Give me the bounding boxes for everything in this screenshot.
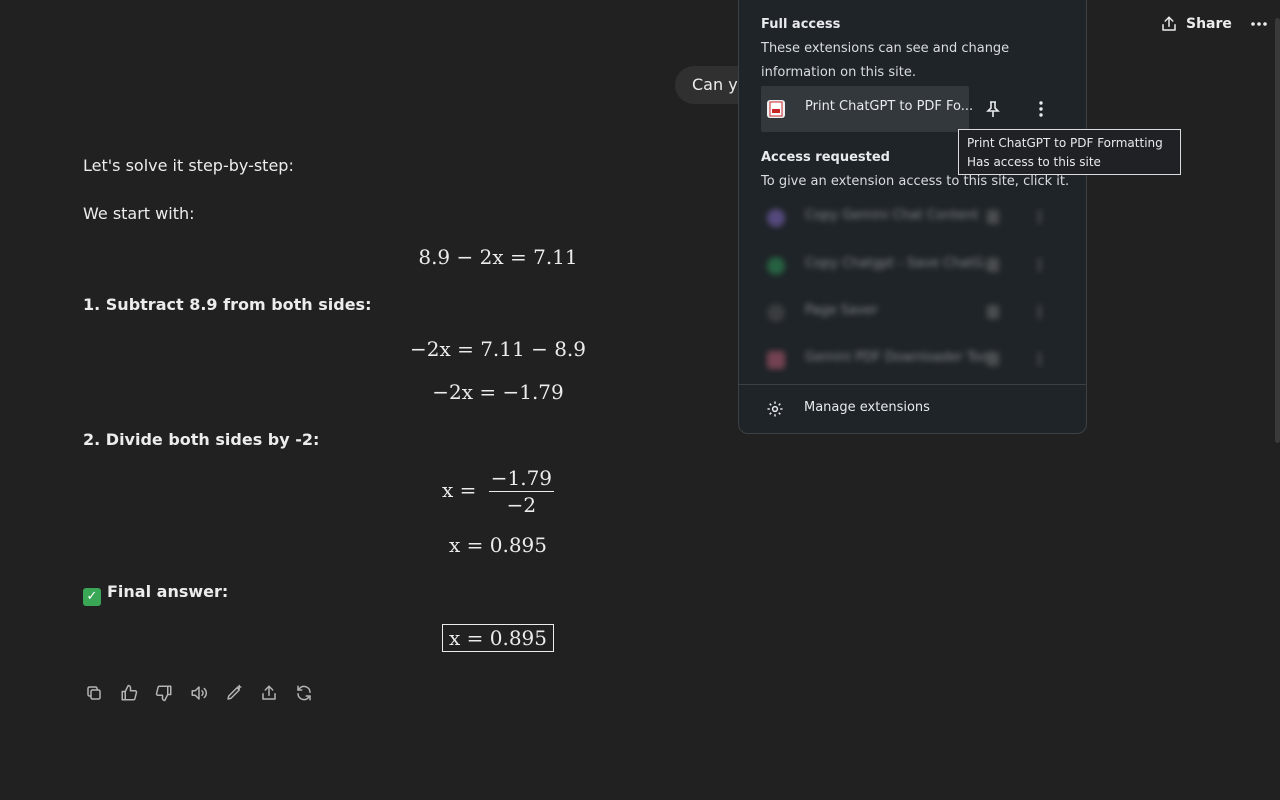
extension-item-blurred[interactable]: Copy Chatgpt - Save ChatG... (761, 243, 1061, 289)
final-answer-heading: ✓ Final answer: (83, 582, 228, 606)
step-2-heading: 2. Divide both sides by -2: (83, 430, 320, 449)
extension-name: Page Saver (805, 303, 878, 318)
share-button[interactable]: Share (1152, 10, 1240, 38)
equation-5: x = 0.895 (448, 533, 547, 557)
gear-icon (767, 401, 783, 417)
fraction-numerator: −1.79 (488, 466, 555, 492)
message-actions (82, 681, 316, 705)
share-response-button[interactable] (257, 681, 281, 705)
read-aloud-button[interactable] (187, 681, 211, 705)
pin-icon (987, 210, 999, 224)
equation-4-lhs: x = (441, 478, 477, 502)
regenerate-icon (297, 685, 311, 701)
fraction-denominator: −2 (506, 493, 537, 517)
equation-4: x = −1.79 −2 (300, 465, 696, 518)
extension-tooltip: Print ChatGPT to PDF Formatting Has acce… (958, 129, 1181, 175)
extension-item-blurred[interactable]: Copy Gemini Chat Content (761, 195, 1061, 241)
ellipsis-icon (1251, 22, 1267, 26)
extension-item-blurred[interactable]: Gemini PDF Downloader Tool (761, 337, 1061, 383)
intro-text: Let's solve it step-by-step: (83, 156, 294, 175)
scrollbar-thumb[interactable] (1275, 18, 1280, 443)
read-aloud-icon (191, 686, 207, 700)
thumbs-up-button[interactable] (117, 681, 141, 705)
edit-button[interactable] (222, 681, 246, 705)
full-access-title: Full access (761, 17, 841, 32)
extension-name: Print ChatGPT to PDF Fo... (805, 99, 974, 114)
manage-extensions-label: Manage extensions (804, 400, 930, 415)
extension-icon (767, 257, 785, 275)
equation-3: −2x = −1.79 (432, 380, 564, 404)
pin-icon (987, 305, 999, 319)
tooltip-line-1: Print ChatGPT to PDF Formatting (967, 136, 1163, 150)
thumbs-down-button[interactable] (152, 681, 176, 705)
extension-item-blurred[interactable]: Page Saver (761, 290, 1061, 336)
final-answer-label: Final answer: (107, 582, 229, 601)
share-icon (1162, 16, 1176, 31)
extension-icon (767, 304, 785, 322)
share-label: Share (1186, 16, 1232, 32)
extensions-popup: Full access These extensions can see and… (738, 0, 1087, 434)
pin-icon (987, 258, 999, 272)
boxed-answer-wrap: x = 0.895 (300, 624, 696, 652)
extension-icon (767, 209, 785, 227)
extension-name: Copy Gemini Chat Content (805, 208, 979, 223)
thumbs-up-icon (121, 684, 138, 701)
equation-1: 8.9 − 2x = 7.11 (418, 245, 578, 269)
extension-menu-button[interactable] (1027, 95, 1055, 123)
copy-icon (87, 686, 101, 700)
pin-icon (986, 101, 1000, 117)
pin-extension-button[interactable] (979, 95, 1007, 123)
more-options-button[interactable] (1246, 10, 1272, 38)
share-icon (262, 685, 276, 700)
equation-2: −2x = 7.11 − 8.9 (409, 337, 587, 361)
vertical-ellipsis-icon (1039, 101, 1043, 117)
pin-icon (987, 352, 999, 366)
regenerate-button[interactable] (292, 681, 316, 705)
extension-icon (767, 351, 785, 369)
extension-item-print-chatgpt[interactable]: Print ChatGPT to PDF Fo... (761, 86, 973, 132)
step-1-heading: 1. Subtract 8.9 from both sides: (83, 295, 372, 314)
check-mark-icon: ✓ (83, 588, 101, 606)
access-requested-title: Access requested (761, 150, 890, 165)
start-text: We start with: (83, 204, 195, 223)
vertical-ellipsis-icon (1038, 258, 1041, 272)
fraction: −1.79 −2 (488, 465, 555, 518)
pdf-extension-icon (767, 100, 785, 118)
vertical-ellipsis-icon (1038, 352, 1041, 366)
manage-extensions-button[interactable]: Manage extensions (739, 386, 1086, 432)
divider (739, 384, 1086, 385)
extension-name: Gemini PDF Downloader Tool (805, 350, 993, 365)
full-access-desc: These extensions can see and change info… (761, 41, 1010, 80)
extension-name: Copy Chatgpt - Save ChatG... (805, 256, 996, 271)
vertical-ellipsis-icon (1038, 305, 1041, 319)
vertical-ellipsis-icon (1038, 210, 1041, 224)
thumbs-down-icon (155, 685, 172, 702)
tooltip-line-2: Has access to this site (967, 155, 1101, 169)
copy-button[interactable] (82, 681, 106, 705)
edit-icon (227, 684, 242, 700)
boxed-answer: x = 0.895 (441, 624, 554, 652)
